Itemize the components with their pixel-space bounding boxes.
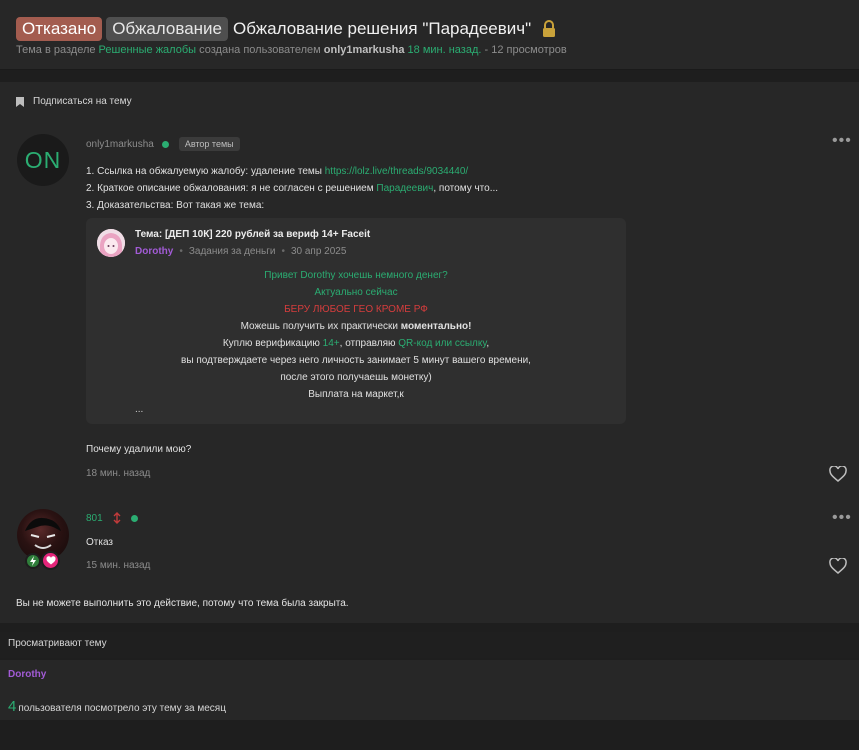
lightning-badge-icon [25,553,41,569]
line2-suffix: , потому что... [433,183,499,194]
quote-ellipsis: ... [135,404,144,415]
thread-closed-message: Вы не можете выполнить это действие, пот… [16,598,349,609]
quote-text: Куплю верификацию [222,338,320,349]
quote-body: Привет Dorothy хочешь немного денег? Акт… [86,267,626,403]
refused-prefix-badge[interactable]: Отказано [16,17,103,41]
post-username[interactable]: 801 [86,513,103,524]
viewer-count-number: 4 [8,698,17,715]
viewer-username[interactable]: Dorothy [8,669,46,680]
post-text: Отказ [86,537,113,548]
line1-text: 1. Ссылка на обжалуемую жалобу: удаление… [86,166,322,177]
author-badge: Автор темы [178,137,240,151]
online-indicator [130,514,138,522]
heart-badge-icon [41,551,60,570]
quote-text: Можешь получить их практически [240,321,398,332]
quote-line: Выплата на маркет,к [308,389,404,400]
viewing-header: Просматривают тему [0,632,859,658]
user-mention[interactable]: Парадеевич [376,183,433,194]
thread-header: Отказано Обжалование Обжалование решения… [0,0,859,70]
post-line-3: 3. Доказательства: Вот такая же тема: [86,200,265,211]
lock-icon [543,20,556,37]
post-line-2: 2. Краткое описание обжалования: я не со… [86,180,836,197]
thread-meta: Тема в разделе Решенные жалобы создана п… [16,44,567,56]
viewer-count: 4 пользователя посмотрело эту тему за ме… [8,698,226,715]
quote-bold: моментально! [400,321,472,332]
online-indicator [161,140,169,148]
post-author-row: 801 [86,512,138,524]
bookmark-icon [16,96,24,107]
quote-line: вы подтверждаете через него личность зан… [181,355,531,366]
post-username[interactable]: only1markusha [86,139,154,150]
avatar[interactable]: ON [17,134,69,186]
quote-date: 30 апр 2025 [290,246,347,257]
thread-body: Подписаться на тему ON only1markusha Авт… [0,82,859,623]
meta-separator: • [281,246,285,257]
quote-category[interactable]: Задания за деньги [189,246,276,257]
quote-title[interactable]: Тема: [ДЕП 10К] 220 рублей за вериф 14+ … [135,229,370,240]
quote-line: Можешь получить их практически моменталь… [86,318,626,335]
viewers-panel: Dorothy 4 пользователя посмотрело эту те… [0,660,859,720]
viewer-count-label: пользователя посмотрело эту тему за меся… [18,703,226,714]
appeal-prefix-badge[interactable]: Обжалование [106,17,228,41]
quote-meta: Dorothy • Задания за деньги • 30 апр 202… [135,246,346,257]
thread-time: 18 мин. назад. [407,44,482,56]
line2-text: 2. Краткое описание обжалования: я не со… [86,183,374,194]
post-menu-icon[interactable]: ••• [832,510,852,526]
meta-separator: • [179,246,183,257]
subscribe-button[interactable]: Подписаться на тему [16,96,132,107]
quote-line: Куплю верификацию 14+, отправляю QR-код … [86,335,626,352]
quote-line: Привет Dorothy хочешь немного денег? [264,270,448,281]
quote-highlight: 14+ [322,338,340,349]
quote-highlight: QR-код или ссылку [398,338,487,349]
thread-link[interactable]: https://lolz.live/threads/9034440/ [325,166,468,177]
like-heart-icon[interactable] [829,466,847,482]
like-heart-icon[interactable] [829,558,847,574]
meta-prefix: Тема в разделе [16,44,96,56]
post-menu-icon[interactable]: ••• [832,133,852,149]
post-time[interactable]: 15 мин. назад [86,560,150,571]
quoted-thread[interactable]: Тема: [ДЕП 10К] 220 рублей за вериф 14+ … [86,218,626,424]
post-time[interactable]: 18 мин. назад [86,468,150,479]
quote-text: , отправляю [339,338,396,349]
post-closing-text: Почему удалили мою? [86,444,192,455]
post-author-row: only1markusha Автор темы [86,137,836,151]
quote-line: после этого получаешь монетку) [280,372,432,383]
subscribe-label: Подписаться на тему [33,96,132,107]
post-line-1: 1. Ссылка на обжалуемую жалобу: удаление… [86,163,836,180]
thread-author-link[interactable]: only1markusha [324,44,405,56]
thread-title: Обжалование решения "Парадеевич" [232,19,532,38]
anime-avatar-icon [97,229,125,257]
thread-title-row: Отказано Обжалование Обжалование решения… [16,17,557,41]
meta-mid: создана пользователем [199,44,321,56]
post-first: only1markusha Автор темы 1. Ссылка на об… [86,137,836,214]
user-status-icon [113,512,121,524]
quote-author[interactable]: Dorothy [135,246,173,257]
thread-views: - 12 просмотров [484,44,567,56]
quote-line: БЕРУ ЛЮБОЕ ГЕО КРОМЕ РФ [284,304,428,315]
quote-avatar[interactable] [97,229,125,257]
quote-line: Актуально сейчас [314,287,398,298]
section-link[interactable]: Решенные жалобы [99,44,197,56]
quote-text: , [486,338,490,349]
